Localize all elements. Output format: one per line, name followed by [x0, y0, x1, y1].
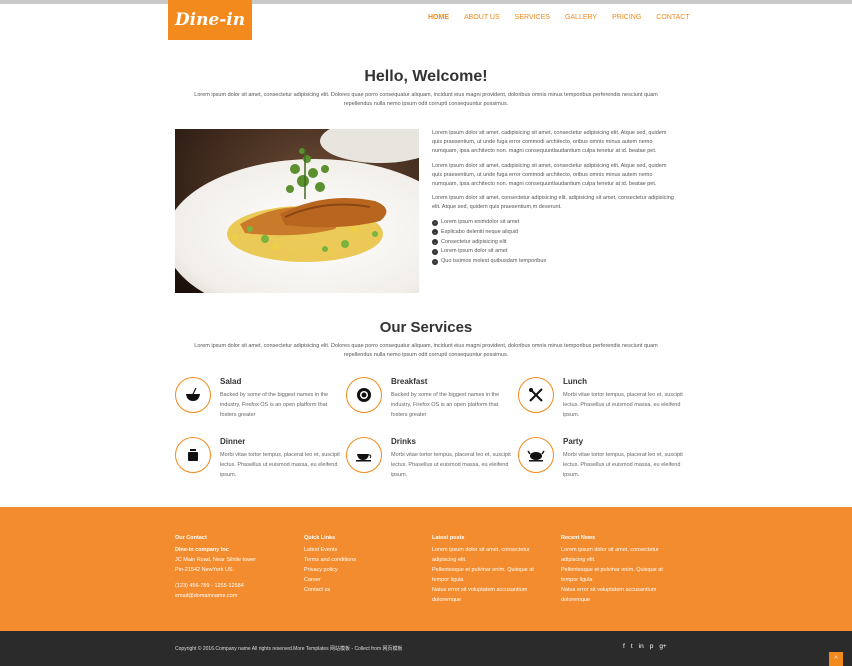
chevron-right-icon: ›	[432, 248, 438, 255]
list-item-text: Lorem ipsum dolor sit amet	[441, 248, 508, 255]
pinterest-icon[interactable]: p	[650, 643, 654, 650]
turkey-icon	[518, 437, 554, 473]
footer-link[interactable]: Privacy policy	[304, 565, 424, 575]
nav-services[interactable]: SERVICES	[515, 14, 550, 21]
main-nav: HOME ABOUT US SERVICES GALLERY PRICING C…	[428, 14, 705, 21]
back-to-top-button[interactable]: ^	[829, 652, 843, 666]
welcome-title: Hello, Welcome!	[364, 68, 488, 85]
about-paragraph: Lorem ipsum dolor sit amet, cadipisicing…	[432, 162, 667, 188]
site-logo[interactable]: Dine-in	[168, 0, 252, 40]
plate-icon	[346, 377, 382, 413]
service-text: Morbi vitae tortor tempus, placerat leo …	[220, 452, 340, 478]
post-link[interactable]: Lorem ipsum dolor sit amet, consectetur …	[432, 545, 552, 565]
list-item: › Quo issimos molest quibusdam temporibus	[432, 257, 677, 267]
nav-about-us[interactable]: ABOUT US	[464, 14, 500, 21]
service-title: Drinks	[391, 437, 416, 446]
chevron-right-icon: ›	[432, 229, 438, 236]
nav-home[interactable]: HOME	[428, 14, 449, 21]
footer-link[interactable]: Terms and conditions	[304, 555, 424, 565]
about-section: Lorem ipsum dolor sit amet, cadipisicing…	[432, 129, 677, 267]
about-paragraph: Lorem ipsum dolor sit amet, consectetur …	[432, 195, 674, 211]
bottom-bar	[0, 631, 852, 666]
nav-pricing[interactable]: PRICING	[612, 14, 641, 21]
logo-text: Dine-in	[174, 10, 246, 30]
chevron-right-icon: ›	[432, 239, 438, 246]
news-link[interactable]: Natus error sit voluptatem accusantium d…	[561, 585, 681, 605]
cup-icon	[346, 437, 382, 473]
footer-recent-news: Recent News Lorem ipsum dolor sit amet, …	[561, 533, 681, 605]
service-title: Breakfast	[391, 377, 428, 386]
service-title: Dinner	[220, 437, 246, 446]
service-text: Morbi vitae tortor tempus, placerat leo …	[563, 452, 683, 478]
list-item-text: Explicabo deleniti neque aliquid	[441, 228, 519, 235]
services-subtitle: Lorem ipsum dolor sit amet, consectetur …	[194, 343, 658, 358]
list-item: › Lorem ipsum dolor sit amet	[432, 247, 677, 257]
footer-link[interactable]: Latest Events	[304, 545, 424, 555]
footer-quick-links: Quick Links Latest Events Terms and cond…	[304, 533, 424, 595]
footer-heading: Recent News	[561, 535, 596, 541]
copyright-text: Copyright © 2016.Company name All rights…	[175, 646, 403, 652]
nav-gallery[interactable]: GALLERY	[565, 14, 597, 21]
email-address[interactable]: email@domainname.com	[175, 591, 295, 601]
pot-icon	[175, 437, 211, 473]
service-title: Lunch	[563, 377, 587, 386]
about-paragraph: Lorem ipsum dolor sit amet, cadipisicing…	[432, 130, 667, 155]
footer-contact: Our Contact Dine-in company Inc JC Main …	[175, 533, 295, 601]
social-links: f t in p g+	[623, 643, 667, 650]
service-text: Backed by some of the biggest names in t…	[391, 392, 500, 418]
footer	[0, 507, 852, 631]
service-title: Party	[563, 437, 584, 446]
news-link[interactable]: Lorem ipsum dolor sit amet, consectetur …	[561, 545, 681, 565]
service-text: Morbi vitae tortor tempus, placerat leo …	[563, 392, 683, 418]
list-item-text: Quo issimos molest quibusdam temporibus	[441, 258, 547, 265]
list-item: › Lorem ipsum enimdolor sit amet	[432, 218, 677, 228]
footer-heading: Quick Links	[304, 535, 336, 541]
post-link[interactable]: Natus error sit voluptatem accusantium d…	[432, 585, 552, 605]
linkedin-icon[interactable]: in	[639, 643, 644, 650]
company-name: Dine-in company Inc	[175, 547, 229, 553]
footer-link[interactable]: Career	[304, 575, 424, 585]
chevron-right-icon: ›	[432, 219, 438, 226]
news-link[interactable]: Pellentesque et pulvinar enim. Quisque a…	[561, 565, 681, 585]
cutlery-icon	[518, 377, 554, 413]
google-plus-icon[interactable]: g+	[659, 643, 666, 650]
footer-link[interactable]: Contact us	[304, 585, 424, 595]
footer-heading: Latest posts	[432, 535, 465, 541]
chevron-right-icon: ›	[432, 258, 438, 265]
twitter-icon[interactable]: t	[631, 643, 633, 650]
footer-latest-posts: Latest posts Lorem ipsum dolor sit amet,…	[432, 533, 552, 605]
address-line: Pin-21542 NewYork US.	[175, 567, 235, 573]
service-text: Backed by some of the biggest names in t…	[220, 392, 329, 418]
facebook-icon[interactable]: f	[623, 643, 625, 650]
address-line: JC Main Road, Near Silnile tower	[175, 557, 257, 563]
footer-heading: Our Contact	[175, 535, 207, 541]
top-border	[0, 0, 852, 4]
service-title: Salad	[220, 377, 242, 386]
featured-dish-image	[175, 129, 419, 293]
services-title: Our Services	[379, 319, 473, 336]
list-item: › Consectetur adipisicing elit	[432, 237, 677, 247]
post-link[interactable]: Pellentesque et pulvinar enim. Quisque a…	[432, 565, 552, 585]
phone-number: (123) 456-789 - 1255-12584	[175, 583, 244, 589]
nav-contact[interactable]: CONTACT	[656, 14, 689, 21]
service-text: Morbi vitae tortor tempus, placerat leo …	[391, 452, 511, 478]
list-item-text: Consectetur adipisicing elit	[441, 238, 507, 245]
about-list: › Lorem ipsum enimdolor sit amet › Explica…	[432, 218, 677, 267]
welcome-subtitle: Lorem ipsum dolor sit amet, consectetur …	[194, 92, 658, 107]
salad-icon	[175, 377, 211, 413]
list-item-text: Lorem ipsum enimdolor sit amet	[441, 218, 520, 225]
list-item: › Explicabo deleniti neque aliquid	[432, 227, 677, 237]
